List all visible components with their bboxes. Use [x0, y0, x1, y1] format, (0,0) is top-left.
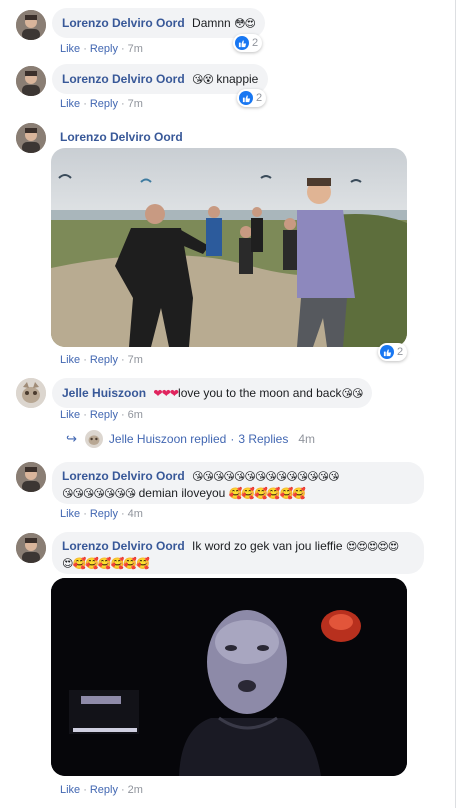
comment-author[interactable]: Lorenzo Delviro Oord — [62, 539, 185, 553]
comment-actions: Like · Reply · 7m — [60, 98, 143, 110]
comment-bubble: Lorenzo Delviro Oord Ik word zo gek van … — [52, 532, 424, 574]
comment-actions: Like · Reply · 7m — [60, 354, 143, 366]
comment-text: Ik word zo gek van jou lieffie — [192, 539, 343, 553]
comment-timestamp[interactable]: 4m — [128, 508, 143, 520]
comment-timestamp[interactable]: 7m — [128, 98, 143, 110]
comment-actions: Like · Reply · 7m — [60, 43, 143, 55]
reaction-number: 2 — [397, 346, 404, 358]
avatar[interactable] — [16, 462, 46, 492]
reply-link[interactable]: Reply — [90, 409, 118, 421]
view-replies-row[interactable]: ↪ Jelle Huiszoon replied · 3 Replies 4m — [66, 430, 315, 448]
like-thumb-icon — [235, 36, 249, 50]
replies-count[interactable]: 3 Replies — [238, 432, 288, 446]
like-link[interactable]: Like — [60, 98, 80, 110]
comment-emojis: 😍🥰🥰🥰🥰🥰🥰 — [62, 557, 150, 570]
comment-author[interactable]: Jelle Huiszoon — [62, 386, 146, 400]
replied-author[interactable]: Jelle Huiszoon — [109, 432, 187, 446]
comment-text: knappie — [216, 72, 259, 86]
comment-timestamp[interactable]: 7m — [128, 354, 143, 366]
avatar[interactable] — [16, 10, 46, 40]
comment-actions: Like · Reply · 2m — [60, 784, 143, 796]
reaction-count[interactable]: 2 — [233, 34, 263, 52]
reply-link[interactable]: Reply — [90, 784, 118, 796]
comment-emojis: 😘😘😘😘😘😘😘 — [62, 487, 136, 500]
like-thumb-icon — [380, 345, 394, 359]
comment-emojis: 😘😘😘😘😘😘😘😘😘😘😘😘😘😘 — [192, 470, 340, 483]
like-link[interactable]: Like — [60, 354, 80, 366]
comment-emojis: 😳😍 — [234, 17, 256, 30]
reply-link[interactable]: Reply — [90, 43, 118, 55]
comment-bubble: Lorenzo Delviro Oord Damnn 😳😍 — [52, 8, 265, 38]
reaction-count[interactable]: 2 — [237, 89, 267, 107]
comment-timestamp[interactable]: 7m — [128, 43, 143, 55]
reply-link[interactable]: Reply — [90, 354, 118, 366]
comment-bubble: Lorenzo Delviro Oord 😘😘😘😘😘😘😘😘😘😘😘😘😘😘 😘😘😘😘… — [52, 462, 424, 504]
comment-emojis: 😍😍😍😍😍 — [345, 540, 399, 553]
comment-actions: Like · Reply · 4m — [60, 508, 143, 520]
like-link[interactable]: Like — [60, 508, 80, 520]
comment-text: demian iloveyou — [138, 486, 226, 500]
replied-label: replied — [190, 432, 227, 446]
comment-author[interactable]: Lorenzo Delviro Oord — [60, 130, 183, 144]
comment-author[interactable]: Lorenzo Delviro Oord — [62, 469, 185, 483]
comment-emojis: 🥰🥰🥰🥰🥰🥰 — [228, 487, 306, 500]
comment-bubble: Jelle Huiszoon ❤❤❤love you to the moon a… — [52, 378, 373, 408]
reaction-count[interactable]: 2 — [378, 343, 408, 361]
like-link[interactable]: Like — [60, 409, 80, 421]
avatar[interactable] — [16, 533, 46, 563]
comment-timestamp[interactable]: 6m — [128, 409, 143, 421]
reaction-number: 2 — [256, 92, 263, 104]
avatar[interactable] — [16, 378, 46, 408]
reply-link[interactable]: Reply — [90, 508, 118, 520]
comment-text: love you to the moon and back — [178, 386, 342, 400]
replied-timestamp: 4m — [298, 432, 316, 446]
comment-author[interactable]: Lorenzo Delviro Oord — [62, 16, 185, 30]
avatar[interactable] — [16, 123, 46, 153]
comment-text: Damnn — [192, 16, 231, 30]
reply-link[interactable]: Reply — [90, 98, 118, 110]
like-link[interactable]: Like — [60, 784, 80, 796]
like-thumb-icon — [239, 91, 253, 105]
comment-hearts: ❤❤❤ — [153, 387, 179, 400]
comment-timestamp[interactable]: 2m — [128, 784, 143, 796]
reaction-number: 2 — [252, 37, 259, 49]
avatar[interactable] — [16, 66, 46, 96]
comment-emojis: 😘😘 — [341, 387, 363, 400]
replied-separator: · — [230, 432, 235, 446]
comment-author[interactable]: Lorenzo Delviro Oord — [62, 72, 185, 86]
reply-arrow-icon: ↪ — [66, 431, 77, 446]
avatar — [84, 430, 103, 448]
comment-bubble: Lorenzo Delviro Oord 😘😵 knappie — [52, 64, 269, 94]
like-link[interactable]: Like — [60, 43, 80, 55]
photo-attachment[interactable] — [51, 578, 407, 776]
comment-actions: Like · Reply · 6m — [60, 409, 143, 421]
video-attachment[interactable] — [51, 148, 407, 347]
comment-emojis: 😘😵 — [192, 73, 214, 86]
